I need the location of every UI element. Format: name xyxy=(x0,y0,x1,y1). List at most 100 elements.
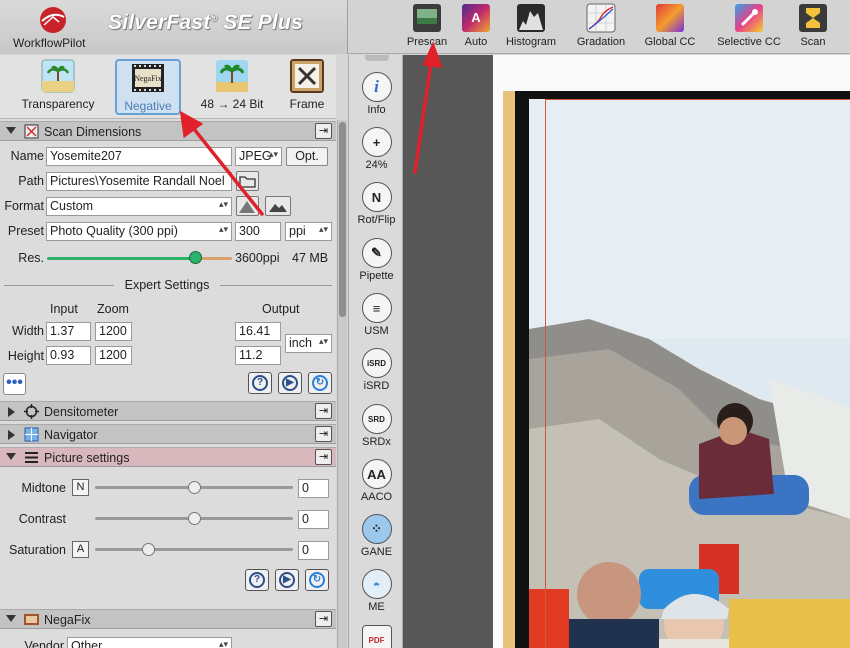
vendor-select[interactable]: Other ▴▾ xyxy=(67,637,232,648)
info-icon: i xyxy=(361,72,392,102)
mode-frame[interactable]: Frame xyxy=(284,59,330,115)
width-input-field[interactable]: 1.37 xyxy=(46,322,91,341)
export-panel-icon[interactable]: ⇥ xyxy=(315,611,332,627)
format-label: Format xyxy=(4,199,44,213)
tool-pdf-button[interactable]: PDF xyxy=(349,625,404,648)
name-field[interactable]: Yosemite207 xyxy=(46,147,232,166)
preview-photo xyxy=(529,99,850,648)
tools-handle[interactable] xyxy=(365,55,389,61)
preset-select[interactable]: Photo Quality (300 ppi) ▴▾ xyxy=(46,222,232,241)
section-picture-settings[interactable]: Picture settings ⇥ xyxy=(0,447,336,467)
mountain-portrait-icon xyxy=(239,201,255,213)
tool-srdx-button[interactable]: SRD SRDx xyxy=(349,404,404,448)
reset-button[interactable]: ↻ xyxy=(308,372,332,394)
tool-24--button[interactable]: +24% xyxy=(349,127,404,171)
brand-area: WorkflowPilot SilverFast® SE Plus xyxy=(0,0,348,54)
tool-isrd-button[interactable]: iSRD iSRD xyxy=(349,348,404,392)
palm-icon xyxy=(216,60,248,92)
height-output-field[interactable]: 11.2 xyxy=(235,346,281,365)
prescan-button[interactable]: Prescan xyxy=(404,3,450,51)
preview-area[interactable] xyxy=(403,55,850,648)
gane-icon: ⁘ xyxy=(361,514,392,544)
resolution-value: 3600ppi xyxy=(235,251,280,265)
help-button[interactable]: ? xyxy=(245,569,269,591)
help-icon: ? xyxy=(252,375,268,391)
play-button[interactable]: ▶ xyxy=(275,569,299,591)
format-select[interactable]: Custom ▴▾ xyxy=(46,197,232,216)
tool-info-button[interactable]: i Info xyxy=(349,72,404,116)
mode-bit-depth[interactable]: 48 → 24 Bit xyxy=(192,59,272,115)
more-options-icon[interactable]: ••• xyxy=(3,373,26,395)
gradation-button[interactable]: Gradation xyxy=(572,3,630,51)
section-navigator[interactable]: Navigator ⇥ xyxy=(0,424,336,444)
section-scan-dimensions[interactable]: Scan Dimensions ⇥ xyxy=(0,121,336,141)
zoom-icon: + xyxy=(361,127,392,157)
saturation-value-field[interactable]: 0 xyxy=(298,541,329,560)
width-output-field[interactable]: 16.41 xyxy=(235,322,281,341)
tool-me-button[interactable]: ◓ ME xyxy=(349,569,404,613)
pipette-icon: ✎ xyxy=(361,238,392,268)
film-frame xyxy=(515,91,850,648)
resolution-slider-knob[interactable] xyxy=(189,251,202,264)
scrollbar-thumb[interactable] xyxy=(339,122,346,317)
contrast-value-field[interactable]: 0 xyxy=(298,510,329,529)
mode-transparency[interactable]: Transparency xyxy=(14,59,102,115)
expert-settings-title: Expert Settings xyxy=(124,278,210,292)
navigator-icon xyxy=(24,427,39,442)
ppi-field[interactable]: 300 xyxy=(235,222,281,241)
scan-button[interactable]: Scan xyxy=(795,3,831,51)
histogram-button[interactable]: Histogram xyxy=(502,3,560,51)
play-button[interactable]: ▶ xyxy=(278,372,302,394)
collapse-triangle-icon[interactable] xyxy=(6,127,16,134)
file-format-select[interactable]: JPEG ▴▾ xyxy=(235,147,282,166)
collapse-triangle-icon[interactable] xyxy=(6,615,16,622)
width-zoom-field[interactable]: 1200 xyxy=(95,322,132,341)
export-panel-icon[interactable]: ⇥ xyxy=(315,403,332,419)
collapse-triangle-icon[interactable] xyxy=(6,453,16,460)
section-densitometer[interactable]: Densitometer ⇥ xyxy=(0,401,336,421)
unit-select[interactable]: inch ▴▾ xyxy=(285,334,332,353)
expand-triangle-icon[interactable] xyxy=(8,407,15,417)
options-button[interactable]: Opt. xyxy=(286,147,328,166)
midtone-value-field[interactable]: 0 xyxy=(298,479,329,498)
mountain-landscape-icon xyxy=(269,204,287,212)
expand-triangle-icon[interactable] xyxy=(8,430,15,440)
help-button[interactable]: ? xyxy=(248,372,272,394)
tool-pipette-button[interactable]: ✎ Pipette xyxy=(349,238,404,282)
orientation-landscape-button[interactable] xyxy=(265,196,291,216)
contrast-label: Contrast xyxy=(18,512,66,526)
orientation-portrait-button[interactable] xyxy=(236,196,259,216)
height-zoom-field[interactable]: 1200 xyxy=(95,346,132,365)
srdx-icon: SRD xyxy=(361,404,392,434)
height-input-field[interactable]: 0.93 xyxy=(46,346,91,365)
path-field[interactable]: Pictures\Yosemite Randall Noel xyxy=(46,172,232,191)
workflowpilot-logo-icon[interactable] xyxy=(36,5,70,35)
reset-button[interactable]: ↻ xyxy=(305,569,329,591)
tool-rot-flip-button[interactable]: N Rot/Flip xyxy=(349,182,404,226)
tool-gane-button[interactable]: ⁘ GANE xyxy=(349,514,404,558)
saturation-slider-knob[interactable] xyxy=(142,543,156,556)
export-panel-icon[interactable]: ⇥ xyxy=(315,449,332,465)
selective-cc-icon xyxy=(735,4,763,32)
global-cc-button[interactable]: Global CC xyxy=(640,3,700,51)
saturation-slider[interactable] xyxy=(95,548,293,551)
midtone-auto-button[interactable]: N xyxy=(72,479,89,496)
saturation-auto-button[interactable]: A xyxy=(72,541,89,558)
ppi-unit-select[interactable]: ppi ▴▾ xyxy=(285,222,332,241)
selective-cc-button[interactable]: Selective CC xyxy=(711,3,787,51)
resolution-slider[interactable] xyxy=(47,257,232,260)
section-negafix[interactable]: NegaFix ⇥ xyxy=(0,609,336,629)
tool-aaco-button[interactable]: AA AACO xyxy=(349,459,404,503)
tool-usm-button[interactable]: ≡ USM xyxy=(349,293,404,337)
export-panel-icon[interactable]: ⇥ xyxy=(315,426,332,442)
settings-scrollbar[interactable] xyxy=(337,120,347,648)
mode-negative[interactable]: NegaFix Negative xyxy=(115,59,181,115)
export-panel-icon[interactable]: ⇥ xyxy=(315,123,332,139)
midtone-slider-knob[interactable] xyxy=(188,481,201,494)
auto-button[interactable]: A Auto xyxy=(458,3,494,51)
contrast-slider-knob[interactable] xyxy=(188,512,201,525)
tool-label: SRDx xyxy=(362,436,391,448)
browse-folder-button[interactable] xyxy=(236,171,259,191)
folder-icon xyxy=(239,176,256,188)
workflowpilot-label[interactable]: WorkflowPilot xyxy=(13,36,85,50)
